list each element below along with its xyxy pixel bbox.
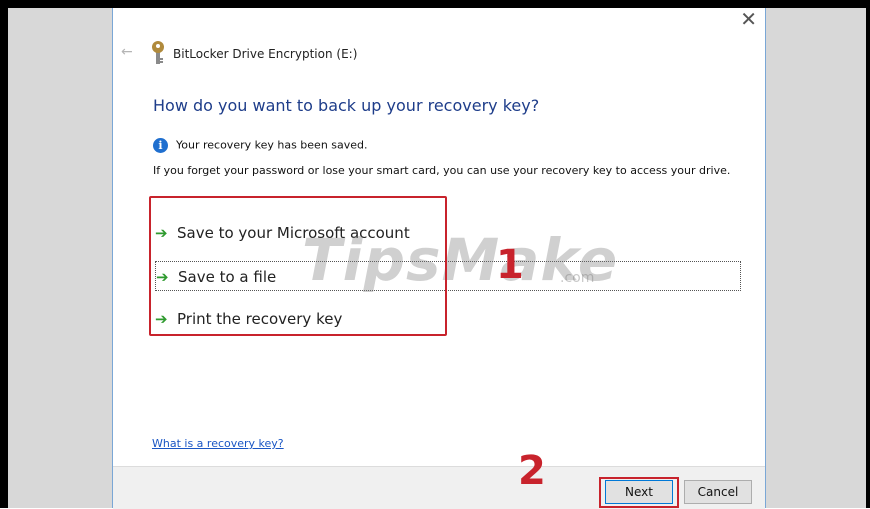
watermark-suffix: .com [560,270,595,286]
cancel-button[interactable]: Cancel [684,480,752,504]
window-title: BitLocker Drive Encryption (E:) [173,47,358,61]
annotation-highlight-next [599,477,679,508]
titlebar: ← BitLocker Drive Encryption (E:) [113,40,765,68]
outer-frame-right [866,0,870,508]
annotation-step-1: 1 [496,242,524,288]
annotation-highlight-options [149,196,447,336]
description-text: If you forget your password or lose your… [153,164,731,177]
info-icon: i [153,138,168,153]
back-arrow-icon[interactable]: ← [121,44,133,60]
close-icon[interactable]: ✕ [740,8,757,30]
help-link-recovery-key[interactable]: What is a recovery key? [152,437,284,450]
info-message-row: i Your recovery key has been saved. [153,138,368,153]
info-message: Your recovery key has been saved. [176,138,368,152]
bitlocker-key-icon [152,41,164,64]
annotation-step-2: 2 [518,448,546,494]
backdrop-right [766,8,866,508]
outer-frame-left [0,0,8,508]
backdrop-left [8,8,112,508]
page-heading: How do you want to back up your recovery… [153,96,540,115]
